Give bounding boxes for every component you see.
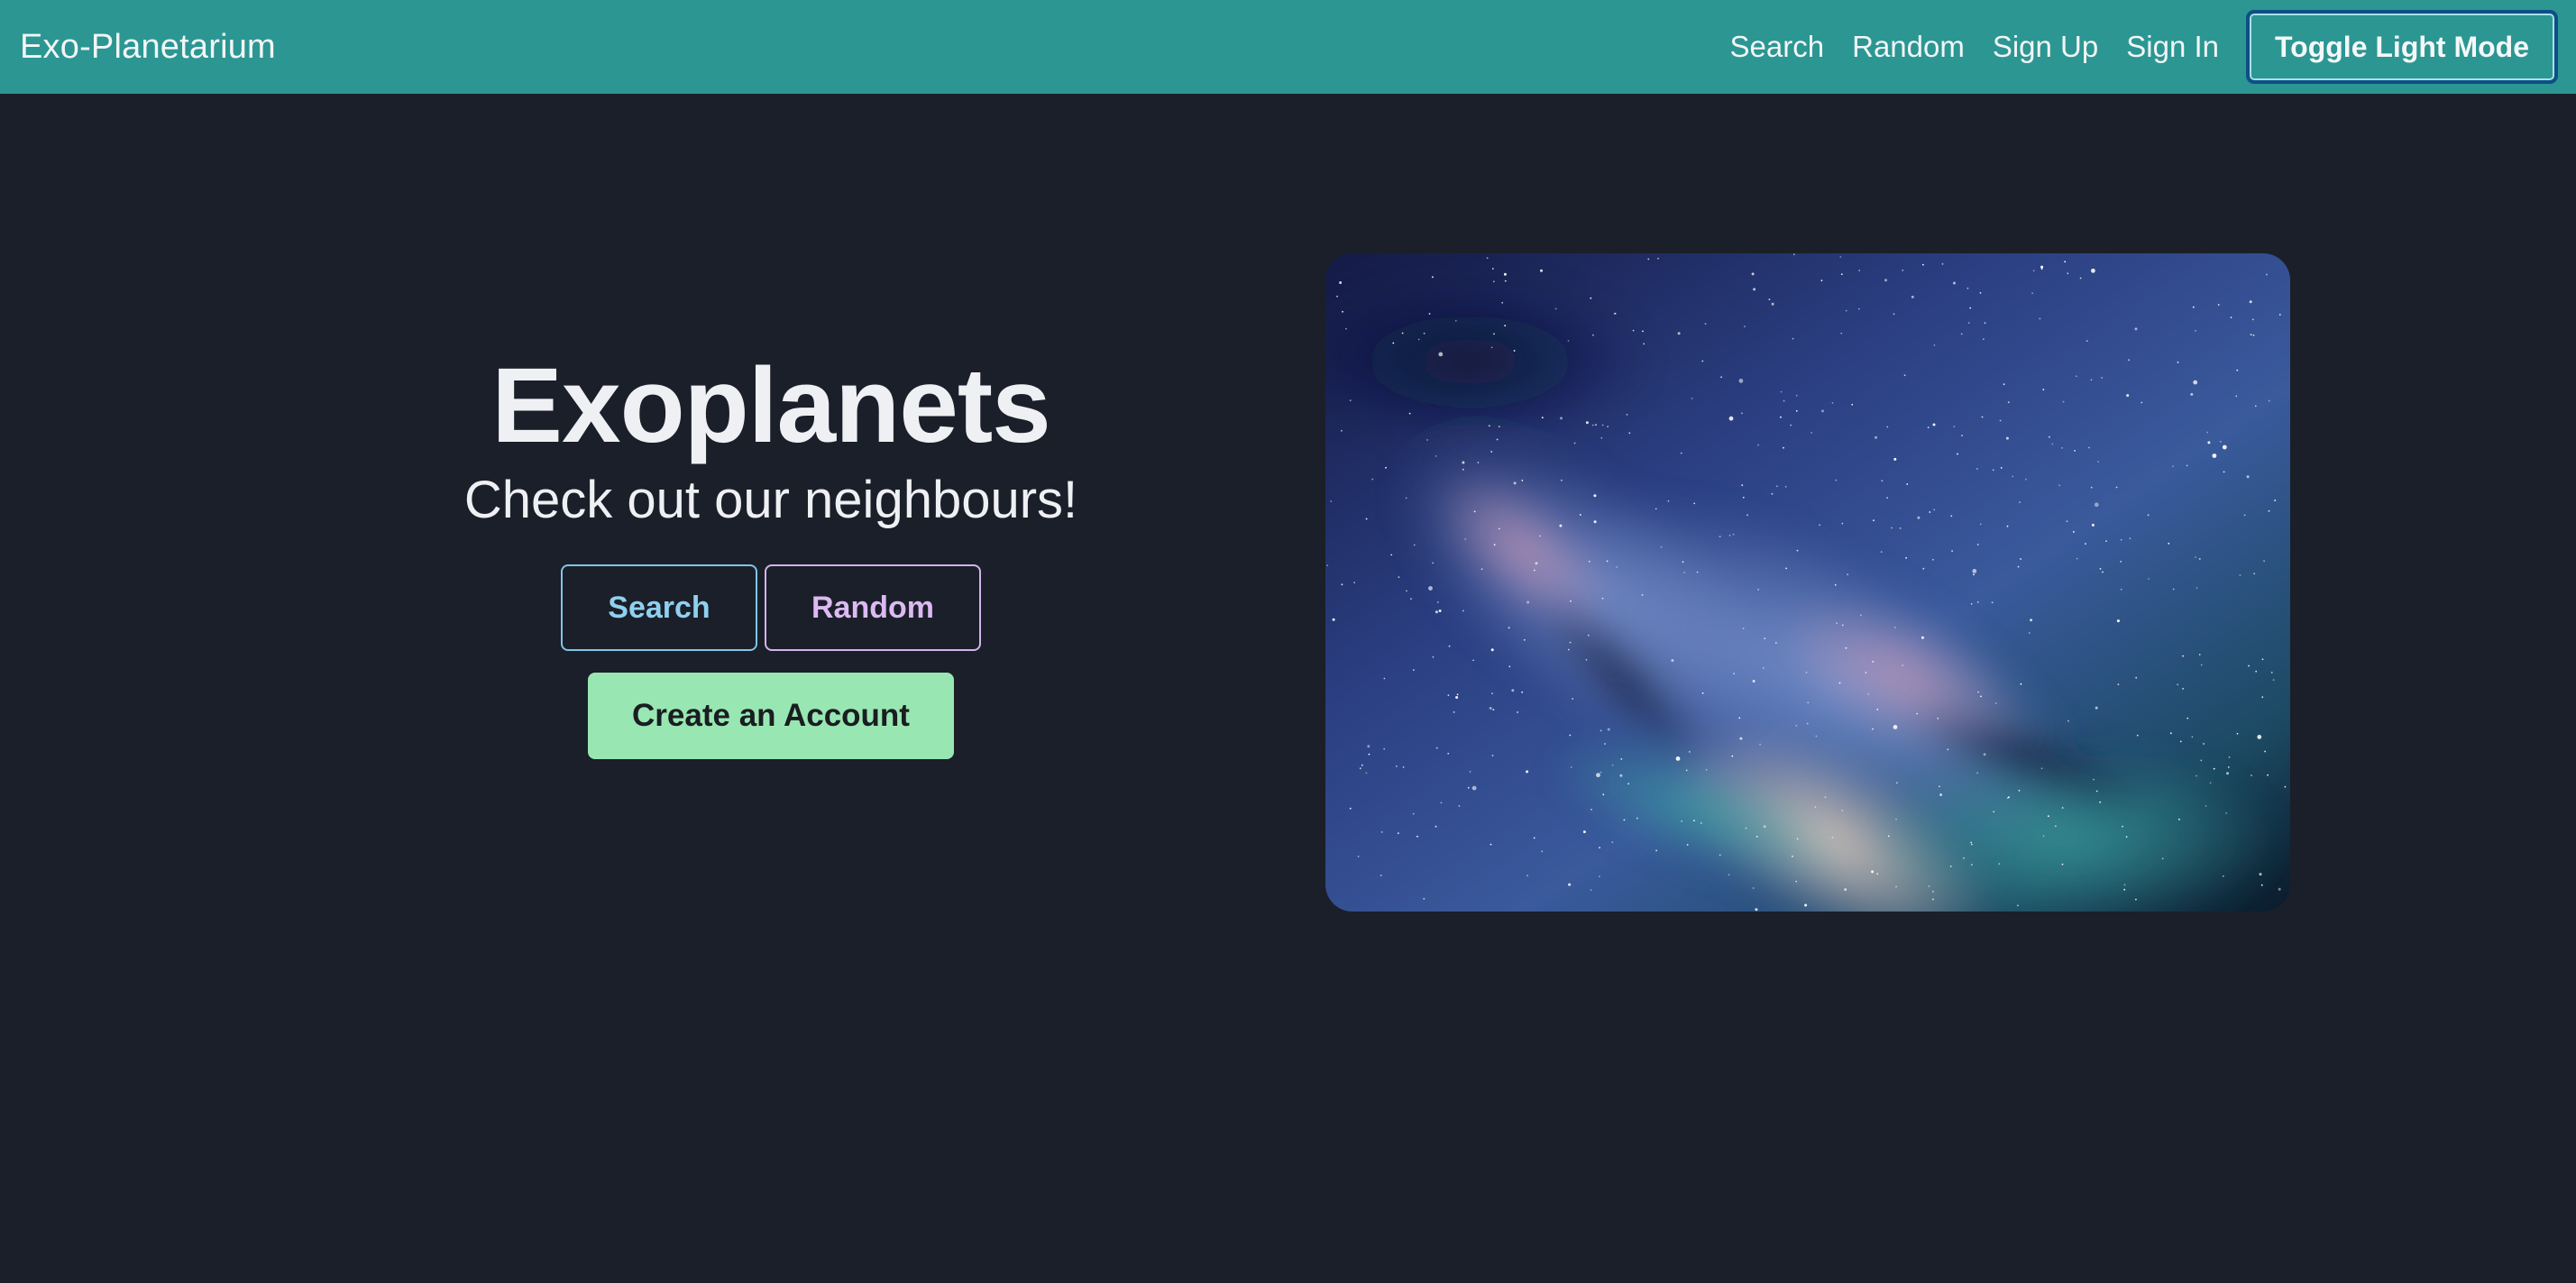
- hero-random-button[interactable]: Random: [765, 564, 981, 652]
- milky-way-image: [1325, 253, 2290, 912]
- brand-link[interactable]: Exo-Planetarium: [20, 28, 276, 67]
- toggle-light-mode-button[interactable]: Toggle Light Mode: [2246, 10, 2558, 84]
- nav-link-random[interactable]: Random: [1852, 30, 1965, 64]
- hero-button-row: Search Random: [561, 564, 981, 652]
- hero-subtitle: Check out our neighbours!: [463, 470, 1078, 529]
- hero-search-button[interactable]: Search: [561, 564, 757, 652]
- nav-link-sign-in[interactable]: Sign In: [2126, 30, 2219, 64]
- nav-links: Search Random Sign Up Sign In Toggle Lig…: [1702, 10, 2558, 84]
- navbar: Exo-Planetarium Search Random Sign Up Si…: [0, 0, 2576, 94]
- hero-title: Exoplanets: [491, 346, 1051, 465]
- create-account-button[interactable]: Create an Account: [588, 673, 954, 760]
- nav-link-sign-up[interactable]: Sign Up: [1993, 30, 2098, 64]
- hero-section: Exoplanets Check out our neighbours! Sea…: [307, 343, 1235, 760]
- nav-link-search[interactable]: Search: [1730, 30, 1825, 64]
